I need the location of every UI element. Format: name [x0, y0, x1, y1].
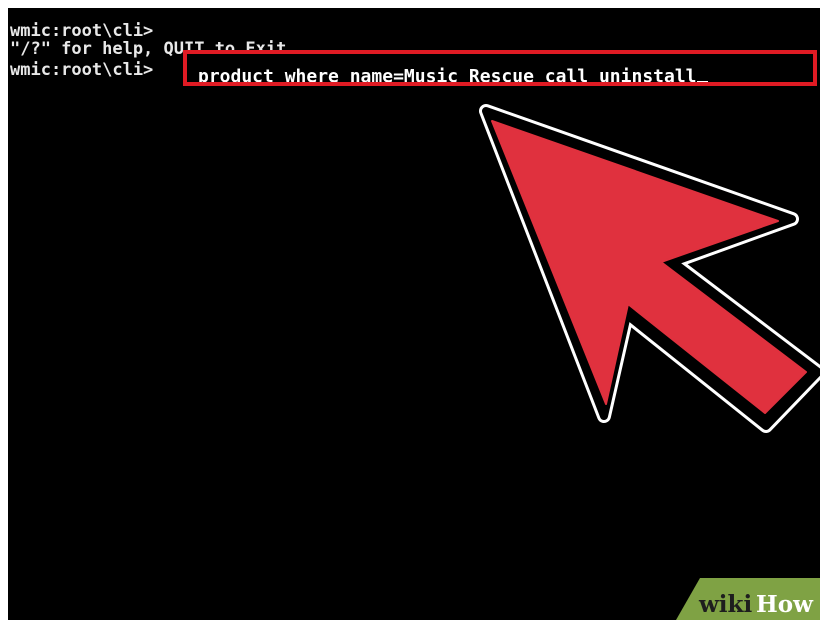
text-cursor [696, 81, 708, 84]
console-line-prompt-current: wmic:root\cli> [10, 60, 154, 80]
screenshot-frame: wmic:root\cli> "/?" for help, QUIT to Ex… [0, 0, 820, 620]
console-line-prompt: wmic:root\cli> [10, 21, 154, 41]
command-prompt-window[interactable]: wmic:root\cli> "/?" for help, QUIT to Ex… [8, 8, 820, 620]
typed-command-text: product where name=Music Rescue call uni… [198, 66, 697, 87]
typed-command[interactable]: product where name=Music Rescue call uni… [198, 66, 708, 88]
console-line-help: "/?" for help, QUIT to Exit. [10, 39, 297, 59]
